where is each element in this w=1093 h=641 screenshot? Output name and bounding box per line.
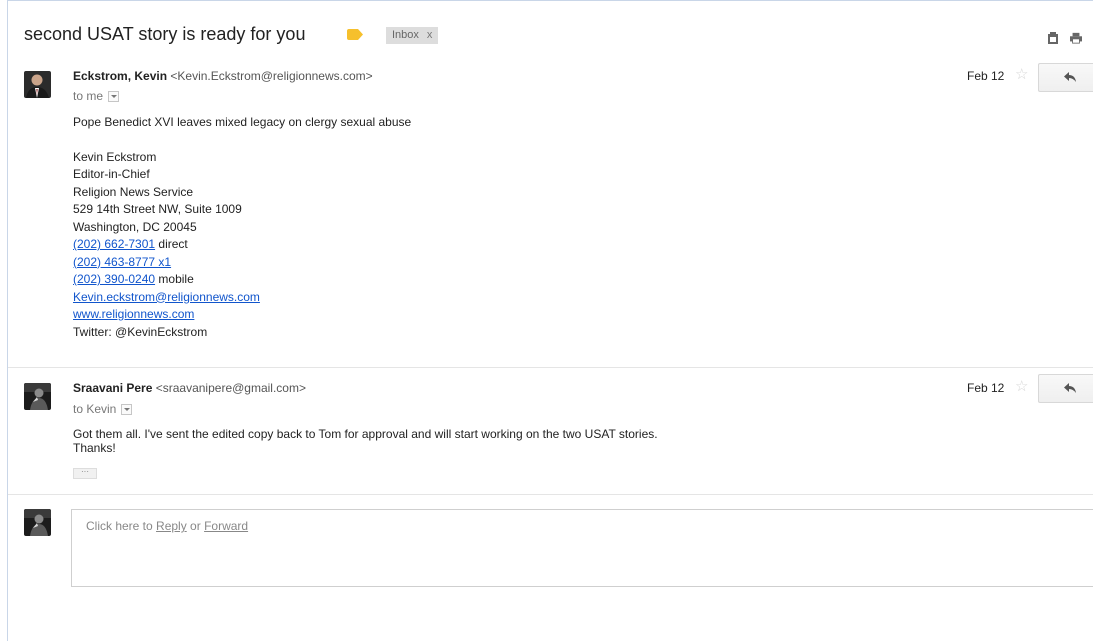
- recipient-line: to me: [73, 89, 120, 103]
- message-item: Sraavani Pere <sraavanipere@gmail.com> t…: [8, 369, 1093, 493]
- email-link[interactable]: Kevin.eckstrom@religionnews.com: [73, 290, 260, 304]
- message-divider: [8, 367, 1093, 368]
- show-details-dropdown[interactable]: [121, 403, 133, 415]
- avatar: [24, 509, 51, 536]
- reply-button[interactable]: [1038, 374, 1093, 403]
- sender-email: <Kevin.Eckstrom@religionnews.com>: [170, 69, 373, 83]
- phone-direct-link[interactable]: (202) 662-7301: [73, 237, 155, 251]
- website-link[interactable]: www.religionnews.com: [73, 307, 194, 321]
- reply-prompt-prefix: Click here to: [86, 519, 157, 533]
- body-subject-line: Pope Benedict XVI leaves mixed legacy on…: [73, 115, 412, 129]
- signature-phone-x1: (202) 463-8777 x1: [73, 254, 411, 272]
- body-line: Thanks!: [73, 441, 116, 455]
- signature-email: Kevin.eckstrom@religionnews.com: [73, 289, 411, 307]
- signature-address-2: Washington, DC 20045: [73, 219, 197, 234]
- star-icon[interactable]: ☆: [1015, 67, 1028, 82]
- signature-address-1: 529 14th Street NW, Suite 1009: [73, 202, 242, 216]
- signature-web: www.religionnews.com: [73, 306, 411, 324]
- signature-name: Kevin Eckstrom: [73, 149, 157, 164]
- reply-arrow-icon: [1064, 383, 1076, 393]
- signature-phone-mobile: (202) 390-0240 mobile: [73, 271, 411, 289]
- avatar: [24, 71, 51, 98]
- sender-line: Eckstrom, Kevin <Kevin.Eckstrom@religion…: [73, 69, 373, 83]
- recipient-text: to me: [73, 89, 104, 103]
- reply-button[interactable]: [1038, 63, 1093, 92]
- phone-mobile-link[interactable]: (202) 390-0240: [73, 272, 155, 286]
- sender-name[interactable]: Sraavani Pere: [73, 381, 152, 395]
- recipient-line: to Kevin: [73, 402, 133, 416]
- reply-box[interactable]: Click here to Reply or Forward: [71, 509, 1093, 587]
- avatar: [24, 383, 51, 410]
- message-date: Feb 12: [967, 69, 1005, 83]
- body-gap: [73, 132, 411, 149]
- reply-prompt-or: or: [186, 519, 205, 533]
- phone-direct-suffix: direct: [155, 237, 188, 251]
- signature-title: Editor-in-Chief: [73, 167, 150, 181]
- show-trimmed-content-button[interactable]: ···: [73, 468, 97, 479]
- message-date: Feb 12: [967, 381, 1005, 395]
- body-line: Got them all. I've sent the edited copy …: [73, 427, 658, 441]
- show-details-dropdown[interactable]: [108, 90, 120, 102]
- sender-email: <sraavanipere@gmail.com>: [155, 381, 306, 395]
- sender-line: Sraavani Pere <sraavanipere@gmail.com>: [73, 381, 306, 395]
- reply-prompt: Click here to Reply or Forward: [86, 519, 248, 533]
- inbox-label-text: Inbox: [392, 29, 419, 41]
- star-icon[interactable]: ☆: [1015, 379, 1028, 394]
- reply-area: Click here to Reply or Forward: [8, 497, 1093, 641]
- conversation-subject: second USAT story is ready for you: [24, 24, 306, 44]
- print-icon[interactable]: [1070, 31, 1082, 45]
- conversation-header: second USAT story is ready for you Inbox…: [8, 1, 1093, 53]
- remove-label-button[interactable]: x: [427, 29, 433, 41]
- phone-x1-link[interactable]: (202) 463-8777 x1: [73, 255, 171, 269]
- recipient-text: to Kevin: [73, 402, 117, 416]
- message-item: Eckstrom, Kevin <Kevin.Eckstrom@religion…: [8, 57, 1093, 367]
- signature-phone-direct: (202) 662-7301 direct: [73, 236, 411, 254]
- inbox-label-chip[interactable]: Inbox x: [386, 27, 439, 44]
- label-tag-icon[interactable]: [347, 29, 363, 40]
- signature-org: Religion News Service: [73, 184, 194, 199]
- message-body: Pope Benedict XVI leaves mixed legacy on…: [73, 114, 411, 341]
- message-divider: [8, 494, 1093, 495]
- phone-mobile-suffix: mobile: [155, 272, 194, 286]
- signature-twitter: Twitter: @KevinEckstrom: [73, 324, 208, 339]
- reply-arrow-icon: [1064, 72, 1076, 82]
- sender-name[interactable]: Eckstrom, Kevin: [73, 69, 167, 83]
- forward-link[interactable]: Forward: [204, 519, 248, 533]
- new-window-icon[interactable]: [1047, 31, 1059, 45]
- reply-link[interactable]: Reply: [156, 519, 187, 533]
- message-body: Got them all. I've sent the edited copy …: [73, 427, 658, 455]
